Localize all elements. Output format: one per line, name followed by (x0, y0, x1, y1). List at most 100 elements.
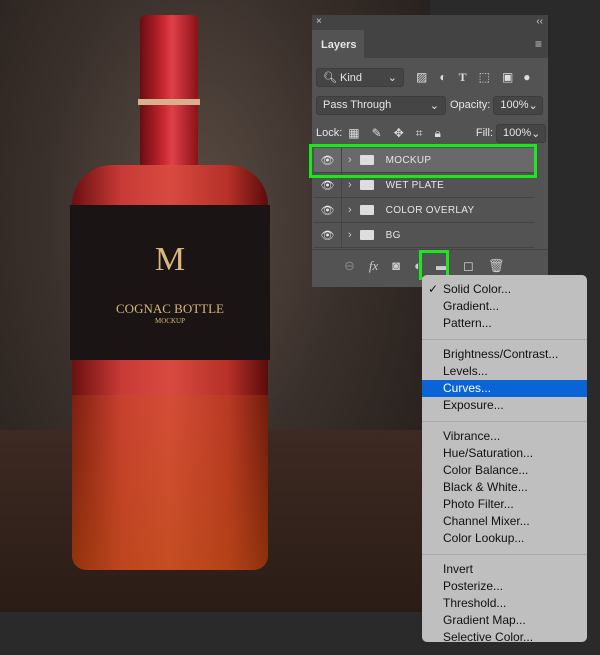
bottle-ring (138, 99, 200, 105)
layer-name: WET PLATE (385, 179, 445, 191)
menu-item[interactable]: Posterize... (422, 578, 587, 595)
mask-icon[interactable]: ◙ (392, 258, 400, 273)
lock-all-icon[interactable]: 🔒︎ (435, 126, 441, 141)
eye-icon[interactable]: 👁︎ (314, 198, 342, 222)
lock-brush-icon[interactable]: ✎ (372, 126, 382, 140)
chevron-right-icon[interactable]: › (348, 204, 352, 216)
fill-label: Fill: (475, 127, 493, 139)
filter-kind-select[interactable]: 🔍︎ Kind ⌄ (316, 67, 404, 87)
new-layer-icon[interactable]: ◻ (463, 258, 474, 274)
menu-item[interactable]: Threshold... (422, 595, 587, 612)
menu-item[interactable]: Gradient Map... (422, 612, 587, 629)
tab-layers[interactable]: Layers (312, 30, 364, 58)
layer-name: BG (385, 229, 401, 241)
label-subtitle: MOCKUP (155, 316, 185, 325)
filter-toggle[interactable]: ● (523, 70, 530, 84)
filter-label: Kind (340, 71, 363, 84)
fill-input[interactable]: 100% ⌄ (496, 123, 546, 143)
menu-item[interactable]: Photo Filter... (422, 496, 587, 513)
chevron-right-icon[interactable]: › (348, 229, 352, 241)
fill-value: 100% (503, 127, 532, 139)
menu-item-label: Black & White... (443, 480, 528, 494)
menu-item[interactable]: Color Lookup... (422, 530, 587, 547)
chevron-right-icon[interactable]: › (348, 179, 352, 191)
menu-item-label: Gradient... (443, 299, 500, 313)
menu-separator (422, 339, 587, 340)
label-title: COGNAC BOTTLE (116, 300, 224, 316)
folder-icon (359, 205, 374, 215)
hamburger-icon[interactable]: ≡ (535, 37, 542, 51)
folder-icon (359, 180, 374, 190)
blend-mode-value: Pass Through (323, 99, 392, 111)
folder-icon (359, 230, 374, 240)
label-monogram: M (154, 240, 186, 278)
adjustment-icon[interactable]: ◐ (439, 70, 446, 84)
menu-item[interactable]: Curves... (422, 380, 587, 397)
lock-artboard-icon[interactable]: ⌗ (416, 126, 423, 141)
menu-item-label: Hue/Saturation... (443, 446, 534, 460)
menu-item-label: Solid Color... (443, 282, 512, 296)
menu-item-label: Levels... (443, 364, 488, 378)
menu-item-label: Photo Filter... (443, 497, 514, 511)
menu-item-label: Exposure... (443, 398, 504, 412)
menu-item[interactable]: ✓ Solid Color... (422, 281, 587, 298)
bottle-label: M COGNAC BOTTLE MOCKUP (70, 205, 270, 360)
lock-transparent-icon[interactable]: ▦ (348, 126, 359, 140)
menu-item-label: Threshold... (443, 596, 507, 610)
menu-item-label: Gradient Map... (443, 613, 526, 627)
menu-item[interactable]: Pattern... (422, 315, 587, 332)
menu-item[interactable]: Vibrance... (422, 428, 587, 445)
lock-move-icon[interactable]: ✥ (394, 126, 404, 140)
menu-item-label: Channel Mixer... (443, 514, 530, 528)
menu-item[interactable]: Brightness/Contrast... (422, 346, 587, 363)
eye-icon[interactable]: 👁︎ (314, 223, 342, 247)
checkmark-icon: ✓ (428, 282, 439, 296)
menu-separator (422, 554, 587, 555)
menu-item[interactable]: Black & White... (422, 479, 587, 496)
menu-item[interactable]: Channel Mixer... (422, 513, 587, 530)
menu-item-label: Color Lookup... (443, 531, 525, 545)
image-icon[interactable]: ▨ (416, 70, 427, 84)
trash-icon[interactable]: 🗑︎ (488, 258, 505, 274)
chevron-down-icon: ⌄ (387, 71, 397, 84)
chevron-down-icon: ⌄ (429, 99, 439, 112)
opacity-input[interactable]: 100% ⌄ (493, 95, 544, 115)
menu-item[interactable]: Invert (422, 561, 587, 578)
menu-item[interactable]: Gradient... (422, 298, 587, 315)
menu-item[interactable]: Exposure... (422, 397, 587, 414)
smart-object-icon[interactable]: ▣ (502, 70, 513, 84)
menu-item-label: Brightness/Contrast... (443, 347, 559, 361)
menu-item-label: Vibrance... (443, 429, 501, 443)
highlight-box (309, 144, 537, 178)
fx-icon[interactable]: fx (369, 258, 378, 274)
menu-item-label: Curves... (443, 381, 492, 395)
menu-item-label: Selective Color... (443, 630, 534, 644)
lock-label: Lock: (316, 127, 343, 139)
blend-mode-select[interactable]: Pass Through ⌄ (316, 95, 446, 115)
opacity-label: Opacity: (450, 99, 491, 111)
menu-item-label: Pattern... (443, 316, 492, 330)
chevron-down-icon: ⌄ (528, 99, 538, 112)
menu-item[interactable]: Selective Color... (422, 629, 587, 646)
link-icon[interactable]: ⊖ (344, 258, 355, 274)
menu-item[interactable]: Color Balance... (422, 462, 587, 479)
shape-icon[interactable]: ⬚ (479, 70, 490, 84)
menu-separator (422, 421, 587, 422)
layers-panel: × ‹‹ Layers ≡ 🔍︎ Kind ⌄ ▨ ◐ T ⬚ ▣ ● Pass … (309, 15, 548, 287)
type-icon[interactable]: T (459, 70, 467, 85)
opacity-value: 100% (500, 99, 529, 111)
menu-item-label: Posterize... (443, 579, 504, 593)
chevron-down-icon: ⌄ (531, 127, 541, 140)
layer-row[interactable]: 👁︎ › BG (314, 223, 534, 248)
close-icon[interactable]: × (316, 16, 322, 27)
menu-item[interactable]: Hue/Saturation... (422, 445, 587, 462)
layer-row[interactable]: 👁︎ › COLOR OVERLAY (314, 198, 534, 223)
bottle-neck (140, 15, 198, 165)
panel-topbar: × ‹‹ (312, 15, 548, 30)
menu-item-label: Color Balance... (443, 463, 529, 477)
collapse-icon[interactable]: ‹‹ (536, 16, 543, 27)
layer-name: COLOR OVERLAY (385, 204, 475, 216)
cognac-bottle: M COGNAC BOTTLE MOCKUP (70, 15, 270, 575)
menu-item[interactable]: Levels... (422, 363, 587, 380)
search-icon: 🔍︎ (323, 71, 337, 84)
